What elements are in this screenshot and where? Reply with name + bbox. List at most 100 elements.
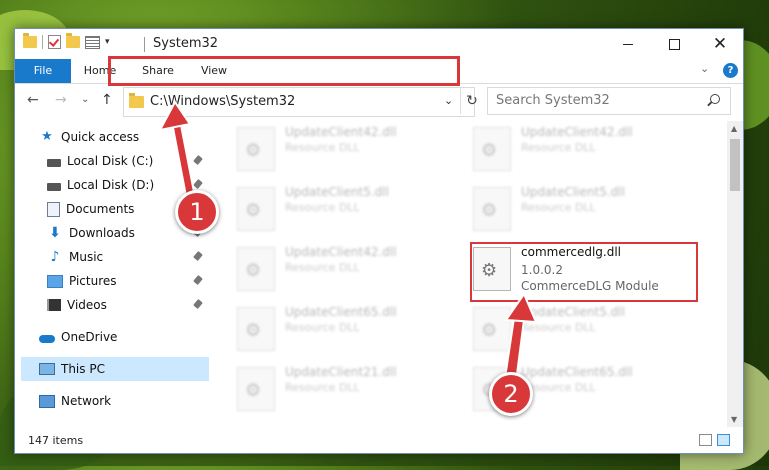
downloads-icon: ⬇	[49, 225, 61, 241]
file-tile[interactable]: UpdateClient5.dll Resource DLL	[215, 181, 445, 239]
sidebar-item-label: Videos	[67, 298, 107, 312]
folder-icon	[129, 93, 144, 108]
file-tile[interactable]: UpdateClient5.dll Resource DLL	[451, 181, 681, 239]
explorer-window: ▾ System32 ✕ File Home Share View ⌄ ? ← …	[14, 28, 744, 454]
file-type: Resource DLL	[521, 201, 596, 214]
sidebar-item-local-disk-d[interactable]: Local Disk (D:)	[15, 173, 209, 197]
file-name: UpdateClient65.dll	[521, 365, 633, 379]
search-icon[interactable]	[710, 94, 720, 104]
sidebar-item-quick-access[interactable]: ★ Quick access	[15, 125, 209, 149]
refresh-button[interactable]: ↻	[460, 88, 483, 114]
file-tile[interactable]: UpdateClient65.dll Resource DLL	[451, 361, 681, 419]
expand-ribbon-icon[interactable]: ⌄	[700, 62, 709, 75]
sidebar-item-local-disk-c[interactable]: Local Disk (C:)	[15, 149, 209, 173]
item-count: 147 items	[28, 434, 84, 447]
file-tile[interactable]: UpdateClient21.dll Resource DLL	[215, 361, 445, 419]
navigation-pane: ★ Quick access Local Disk (C:) Local Dis…	[15, 121, 209, 431]
address-path[interactable]: C:\Windows\System32	[150, 94, 295, 109]
help-icon[interactable]: ?	[723, 63, 738, 78]
file-name: UpdateClient5.dll	[521, 185, 625, 199]
recent-locations-button[interactable]: ⌄	[81, 94, 89, 105]
file-name: UpdateClient21.dll	[285, 365, 397, 379]
properties-icon[interactable]	[85, 35, 100, 49]
star-icon: ★	[41, 129, 53, 144]
address-bar[interactable]: C:\Windows\System32 ⌄ ↻	[123, 87, 478, 117]
tab-file[interactable]: File	[15, 59, 71, 83]
file-name: UpdateClient65.dll	[285, 305, 397, 319]
new-folder-icon[interactable]	[66, 33, 80, 48]
close-button[interactable]: ✕	[697, 29, 743, 59]
dll-file-icon	[237, 187, 275, 231]
sidebar-item-label: Quick access	[61, 130, 140, 144]
sidebar-item-music[interactable]: ♪ Music	[15, 245, 209, 269]
address-dropdown-icon[interactable]: ⌄	[444, 94, 453, 107]
file-tile[interactable]: UpdateClient42.dll Resource DLL	[215, 121, 445, 179]
file-tile[interactable]: UpdateClient42.dll Resource DLL	[215, 241, 445, 299]
pin-icon	[193, 299, 203, 309]
customize-toolbar-icon[interactable]: ▾	[105, 37, 110, 47]
sidebar-item-label: Documents	[66, 202, 135, 216]
up-button[interactable]: ↑	[101, 92, 113, 108]
dll-file-icon	[473, 127, 511, 171]
file-type: Resource DLL	[285, 321, 360, 334]
sidebar-item-this-pc[interactable]: This PC	[21, 357, 209, 381]
file-tile[interactable]: UpdateClient5.dll Resource DLL	[451, 301, 681, 359]
sidebar-item-label: Local Disk (D:)	[67, 178, 155, 192]
status-bar: 147 items	[15, 429, 743, 453]
forward-button[interactable]: →	[55, 92, 67, 108]
pin-icon	[193, 179, 203, 189]
this-pc-icon	[39, 363, 55, 375]
sidebar-item-label: Network	[61, 394, 112, 408]
folder-icon[interactable]	[23, 33, 37, 48]
documents-icon	[47, 201, 60, 217]
file-type: Resource DLL	[285, 201, 360, 214]
scroll-up-icon[interactable]: ▲	[731, 124, 737, 133]
sidebar-item-network[interactable]: Network	[15, 389, 209, 413]
file-type: Resource DLL	[285, 141, 360, 154]
dll-file-icon	[473, 307, 511, 351]
properties-check-icon[interactable]	[48, 35, 61, 49]
file-name: UpdateClient42.dll	[521, 125, 633, 139]
large-icons-view-icon[interactable]	[717, 434, 730, 446]
pictures-icon	[47, 274, 63, 288]
disk-icon	[47, 182, 61, 191]
videos-icon	[47, 299, 61, 311]
dll-file-icon	[237, 127, 275, 171]
file-type: Resource DLL	[285, 381, 360, 394]
search-box[interactable]: Search System32	[487, 87, 731, 115]
back-button[interactable]: ←	[27, 92, 39, 108]
sidebar-item-pictures[interactable]: Pictures	[15, 269, 209, 293]
window-title: System32	[153, 36, 219, 51]
sidebar-item-label: Local Disk (C:)	[67, 154, 154, 168]
network-icon	[39, 394, 55, 408]
step-1-callout: 1	[175, 190, 219, 234]
sidebar-item-videos[interactable]: Videos	[15, 293, 209, 317]
search-input[interactable]: Search System32	[496, 93, 610, 108]
file-name: UpdateClient5.dll	[521, 305, 625, 319]
details-view-icon[interactable]	[699, 434, 712, 446]
sidebar-item-label: Pictures	[69, 274, 117, 288]
file-name: UpdateClient42.dll	[285, 245, 397, 259]
file-tile[interactable]: UpdateClient42.dll Resource DLL	[451, 121, 681, 179]
dll-file-icon	[237, 307, 275, 351]
file-tile[interactable]: UpdateClient65.dll Resource DLL	[215, 301, 445, 359]
title-bar: ▾ System32 ✕	[15, 29, 743, 59]
sidebar-item-onedrive[interactable]: OneDrive	[15, 325, 209, 349]
file-type: Resource DLL	[521, 141, 596, 154]
pin-icon	[193, 251, 203, 261]
maximize-button[interactable]	[651, 29, 697, 59]
toolbar-divider	[42, 35, 43, 49]
file-name: UpdateClient5.dll	[285, 185, 389, 199]
scroll-thumb[interactable]	[730, 139, 740, 191]
scroll-down-icon[interactable]: ▼	[731, 415, 737, 424]
disk-icon	[47, 158, 61, 167]
file-name: UpdateClient42.dll	[285, 125, 397, 139]
minimize-button[interactable]	[605, 29, 651, 59]
title-divider	[144, 37, 145, 52]
file-type: Resource DLL	[285, 261, 360, 274]
dll-file-icon	[473, 187, 511, 231]
step-2-callout: 2	[489, 372, 533, 416]
sidebar-item-label: OneDrive	[61, 330, 118, 344]
sidebar-item-label: This PC	[61, 362, 105, 376]
vertical-scrollbar[interactable]: ▲ ▼	[727, 121, 743, 427]
